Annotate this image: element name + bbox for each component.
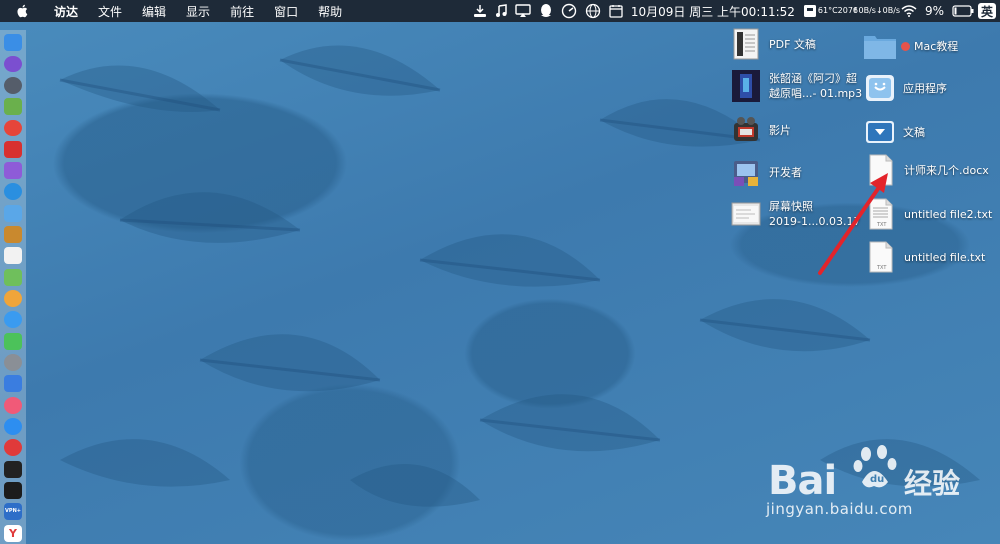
globe-icon[interactable] bbox=[585, 0, 601, 22]
menu-app-name[interactable]: 访达 bbox=[44, 3, 88, 20]
calendar-icon[interactable] bbox=[609, 0, 623, 22]
terminal-icon[interactable] bbox=[4, 460, 22, 478]
watermark-brand2: 经验 bbox=[904, 467, 961, 500]
preview-icon[interactable] bbox=[4, 204, 22, 222]
calendar-icon[interactable] bbox=[4, 247, 22, 265]
vivaldi-icon[interactable] bbox=[4, 439, 22, 457]
desktop-item-developer-folder[interactable]: 开发者 bbox=[731, 156, 802, 188]
screenshot-thumbnail-icon bbox=[731, 198, 761, 230]
apple-menu-icon[interactable] bbox=[16, 4, 32, 18]
blue-folder-icon bbox=[863, 30, 897, 62]
untitled-file-label: untitled file.txt bbox=[904, 250, 986, 264]
display-mode-icon[interactable] bbox=[803, 0, 817, 22]
music-icon[interactable] bbox=[4, 396, 22, 414]
desktop-item-documents-folder[interactable]: 文稿 bbox=[865, 116, 925, 148]
documents-folder-icon bbox=[865, 116, 895, 148]
docx-file-label: 计师来几个.docx bbox=[904, 163, 989, 177]
netease-icon[interactable] bbox=[4, 140, 22, 158]
developer-tools-icon bbox=[731, 156, 761, 188]
notes-purple-icon[interactable] bbox=[4, 162, 22, 180]
mp3-file-label-1: 张韶涵《阿刁》超 bbox=[769, 72, 857, 85]
music-note-icon[interactable] bbox=[495, 0, 507, 22]
watermark-url: jingyan.baidu.com bbox=[766, 500, 913, 518]
vpn-label: VPN+ bbox=[5, 508, 21, 515]
mac-tutorial-label: Mac教程 bbox=[914, 39, 959, 53]
documents-label: 文稿 bbox=[903, 125, 925, 139]
desktop-item-mp3-file[interactable]: 张韶涵《阿刁》超 越原唱...- 01.mp3 bbox=[731, 70, 862, 102]
svg-text:du: du bbox=[870, 474, 884, 485]
dashboard-icon[interactable] bbox=[561, 0, 577, 22]
paw-icon: du bbox=[853, 445, 897, 488]
status-area: 10月09日 周三 上午00:11:52 61°C 2076 ↑0B/s ↓0B… bbox=[469, 0, 1000, 22]
battery-icon[interactable] bbox=[952, 0, 974, 22]
mp3-file-label-2: 越原唱...- 01.mp3 bbox=[769, 87, 863, 100]
screenshot-label-1: 屏幕快照 bbox=[769, 200, 813, 213]
desktop-item-movies-folder[interactable]: 影片 bbox=[731, 114, 791, 146]
applications-folder-icon bbox=[865, 72, 895, 104]
dock: VPN+ Y bbox=[0, 30, 26, 544]
desktop-item-applications-folder[interactable]: 应用程序 bbox=[865, 72, 947, 104]
watermark-brand: Bai bbox=[768, 458, 837, 504]
battery-percent[interactable]: 9% bbox=[925, 0, 944, 22]
airplay-icon[interactable] bbox=[515, 0, 531, 22]
pdf-document-label: PDF 文稿 bbox=[769, 37, 816, 51]
untitled-file2-label: untitled file2.txt bbox=[904, 207, 993, 221]
keynote-icon[interactable] bbox=[4, 375, 22, 393]
menu-help[interactable]: 帮助 bbox=[308, 3, 352, 20]
system-prefs-icon[interactable] bbox=[4, 354, 22, 372]
activity-monitor-icon[interactable] bbox=[4, 482, 22, 500]
menu-go[interactable]: 前往 bbox=[220, 3, 264, 20]
siri-icon[interactable] bbox=[4, 55, 22, 73]
baidu-watermark: du Bai 经验 jingyan.baidu.com bbox=[766, 440, 986, 520]
qq-icon[interactable] bbox=[539, 0, 553, 22]
desktop-item-pdf-document[interactable]: PDF 文稿 bbox=[731, 28, 816, 60]
net-down: ↓0B/s bbox=[875, 6, 901, 15]
menu-edit[interactable]: 编辑 bbox=[132, 3, 176, 20]
wifi-icon[interactable] bbox=[901, 0, 917, 22]
messages-icon[interactable] bbox=[4, 311, 22, 329]
input-method[interactable]: 英 bbox=[978, 3, 996, 19]
launchpad-icon[interactable] bbox=[4, 76, 22, 94]
pdf-document-icon bbox=[731, 28, 761, 60]
menu-view[interactable]: 显示 bbox=[176, 3, 220, 20]
yandex-label: Y bbox=[9, 526, 17, 540]
menu-bar: 访达 文件 编辑 显示 前往 窗口 帮助 10月09日 周三 上午00:11:5… bbox=[0, 0, 1000, 22]
developer-label: 开发者 bbox=[769, 165, 802, 179]
menu-file[interactable]: 文件 bbox=[88, 3, 132, 20]
chrome-icon[interactable] bbox=[4, 119, 22, 137]
map-icon[interactable] bbox=[4, 268, 22, 286]
menu-window[interactable]: 窗口 bbox=[264, 3, 308, 20]
net-up: ↑0B/s bbox=[851, 6, 876, 15]
applications-label: 应用程序 bbox=[903, 81, 947, 95]
safari-icon[interactable] bbox=[4, 183, 22, 201]
android-file-icon[interactable] bbox=[4, 98, 22, 116]
desktop-item-mac-tutorial-folder[interactable]: Mac教程 bbox=[863, 30, 958, 62]
facetime-icon[interactable] bbox=[4, 332, 22, 350]
red-annotation-arrow bbox=[818, 173, 888, 275]
download-icon[interactable] bbox=[473, 0, 487, 22]
cpu-temp-top: 61°C bbox=[817, 6, 838, 15]
yandex-icon[interactable]: Y bbox=[4, 524, 22, 542]
vpn-icon[interactable]: VPN+ bbox=[4, 503, 22, 521]
book-icon[interactable] bbox=[4, 226, 22, 244]
finder-icon[interactable] bbox=[4, 34, 22, 52]
clock[interactable]: 10月09日 周三 上午00:11:52 bbox=[631, 3, 795, 20]
photos-icon[interactable] bbox=[4, 290, 22, 308]
network-speed[interactable]: ↑0B/s ↓0B/s bbox=[852, 0, 900, 22]
film-projector-icon bbox=[731, 114, 761, 146]
movies-label: 影片 bbox=[769, 123, 791, 137]
app-store-icon[interactable] bbox=[4, 418, 22, 436]
album-art-icon bbox=[731, 70, 761, 102]
cpu-temp[interactable]: 61°C 2076 bbox=[818, 0, 858, 22]
red-tag-icon bbox=[901, 41, 910, 51]
